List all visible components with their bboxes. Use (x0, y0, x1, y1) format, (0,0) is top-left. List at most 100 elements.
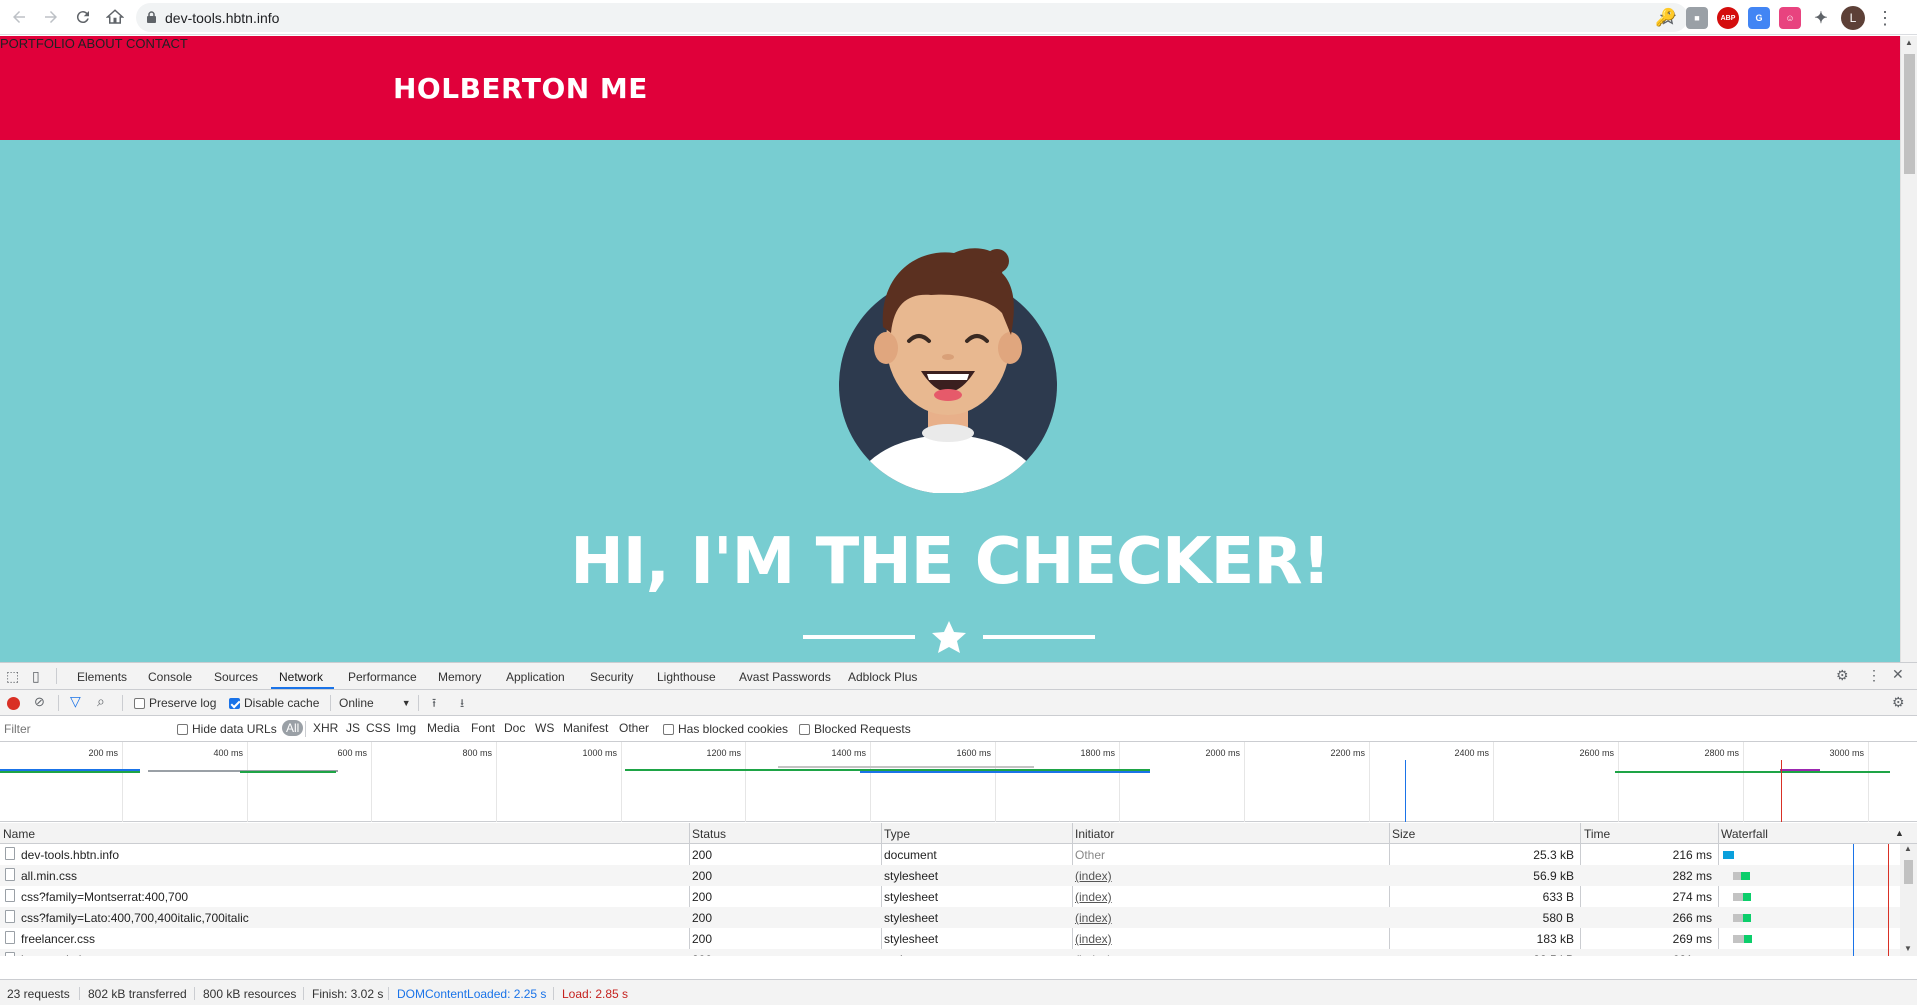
address-bar[interactable]: dev-tools.hbtn.info (136, 3, 1688, 32)
site-brand[interactable]: HOLBERTON ME (393, 72, 648, 105)
scroll-up-icon[interactable]: ▲ (1904, 844, 1912, 853)
type-filter-img[interactable]: Img (396, 721, 416, 735)
reload-button[interactable] (67, 1, 99, 33)
column-header-status[interactable]: Status (692, 827, 726, 841)
star-icon (932, 621, 966, 653)
column-header-initiator[interactable]: Initiator (1075, 827, 1114, 841)
column-header-size[interactable]: Size (1392, 827, 1415, 841)
type-filter-all[interactable]: All (282, 720, 304, 736)
tab-network[interactable]: Network (279, 670, 323, 684)
request-initiator[interactable]: (index) (1075, 890, 1112, 904)
forward-button[interactable] (35, 1, 67, 33)
page-scroll-thumb[interactable] (1904, 54, 1915, 174)
request-initiator[interactable]: (index) (1075, 953, 1112, 956)
disable-cache-checkbox[interactable]: Disable cache (229, 696, 319, 710)
search-icon[interactable]: ⌕ (97, 693, 105, 710)
network-overview-timeline[interactable]: 200 ms 400 ms 600 ms 800 ms 1000 ms 1200 ms 14… (0, 742, 1917, 822)
hide-data-urls-checkbox[interactable]: Hide data URLs (177, 722, 277, 736)
type-filter-media[interactable]: Media (427, 721, 460, 735)
hide-data-urls-box[interactable] (177, 723, 188, 735)
key-icon[interactable]: 🔑 (1655, 7, 1677, 29)
blocked-requests-box[interactable] (799, 723, 810, 735)
request-initiator[interactable]: (index) (1075, 911, 1112, 925)
close-devtools-icon[interactable]: ✕ (1892, 666, 1904, 683)
request-row[interactable]: freelancer.css 200 stylesheet (index) 183 kB… (0, 928, 1900, 949)
preserve-log-box[interactable] (134, 697, 145, 709)
tab-sources[interactable]: Sources (214, 670, 258, 684)
filter-input[interactable] (0, 719, 164, 738)
puzzle-icon[interactable]: ✦ (1810, 7, 1832, 29)
scroll-up-icon[interactable]: ▲ (1905, 38, 1913, 47)
overview-tick-label: 2000 ms (1205, 748, 1240, 758)
has-blocked-cookies-checkbox[interactable]: Has blocked cookies (663, 722, 788, 736)
tab-console[interactable]: Console (148, 670, 192, 684)
tab-application[interactable]: Application (506, 670, 565, 684)
preserve-log-checkbox[interactable]: Preserve log (134, 696, 216, 710)
overview-tick-label: 400 ms (213, 748, 243, 758)
nav-link-portfolio[interactable]: PORTFOLIO (0, 36, 75, 51)
tab-lighthouse[interactable]: Lighthouse (657, 670, 716, 684)
inspect-element-icon[interactable]: ⬚ (6, 668, 19, 685)
clear-icon[interactable]: ⊘ (34, 694, 45, 710)
request-initiator[interactable]: (index) (1075, 869, 1112, 883)
type-filter-ws[interactable]: WS (535, 721, 554, 735)
tab-security[interactable]: Security (590, 670, 633, 684)
devtools-menu-icon[interactable]: ⋮ (1867, 667, 1881, 684)
has-blocked-cookies-box[interactable] (663, 723, 674, 735)
page-scrollbar[interactable]: ▲ (1900, 36, 1917, 662)
tab-avast-passwords[interactable]: Avast Passwords (739, 670, 831, 684)
type-filter-xhr[interactable]: XHR (313, 721, 338, 735)
request-row[interactable]: jquery.min.js 200 script (index) 88.5 kB 621 … (0, 949, 1900, 956)
tab-elements[interactable]: Elements (77, 670, 127, 684)
sort-ascending-icon[interactable]: ▲ (1895, 828, 1904, 838)
column-header-waterfall[interactable]: Waterfall (1721, 827, 1768, 841)
nav-link-about[interactable]: ABOUT (78, 36, 123, 51)
type-filter-font[interactable]: Font (471, 721, 495, 735)
chevron-down-icon: ▼ (401, 698, 411, 708)
adblock-plus-icon[interactable]: ABP (1717, 7, 1739, 29)
waterfall-bar (1743, 914, 1751, 922)
tab-adblock-plus[interactable]: Adblock Plus (848, 670, 917, 684)
throttling-select[interactable]: Online ▼ (339, 696, 411, 710)
blocked-requests-checkbox[interactable]: Blocked Requests (799, 722, 911, 736)
requests-scroll-thumb[interactable] (1904, 860, 1913, 884)
request-row[interactable]: all.min.css 200 stylesheet (index) 56.9 kB 28… (0, 865, 1900, 886)
google-translate-icon[interactable]: G (1748, 7, 1770, 29)
import-har-icon[interactable]: ⭱ (432, 694, 436, 715)
request-initiator[interactable]: (index) (1075, 932, 1112, 946)
request-row[interactable]: dev-tools.hbtn.info 200 document Other 25.3 … (0, 844, 1900, 865)
column-header-name[interactable]: Name (3, 827, 35, 841)
column-header-type[interactable]: Type (884, 827, 910, 841)
settings-gear-icon[interactable]: ⚙ (1836, 667, 1849, 684)
type-filter-doc[interactable]: Doc (504, 721, 525, 735)
overview-request-bar (0, 771, 140, 773)
back-button[interactable] (3, 1, 35, 33)
export-har-icon[interactable]: ⭳ (460, 694, 464, 715)
browser-menu-icon[interactable]: ⋮ (1876, 8, 1894, 29)
column-header-time[interactable]: Time (1584, 827, 1610, 841)
pink-extension-icon[interactable]: ☺ (1779, 7, 1801, 29)
extensions-area: 🔑 ■ ABP G ☺ ✦ L ⋮ (1655, 5, 1894, 31)
home-button[interactable] (99, 1, 131, 33)
tab-memory[interactable]: Memory (438, 670, 481, 684)
device-toolbar-icon[interactable]: ▯ (32, 668, 40, 685)
type-filter-manifest[interactable]: Manifest (563, 721, 608, 735)
record-button[interactable] (7, 697, 20, 710)
scroll-down-icon[interactable]: ▼ (1904, 944, 1912, 953)
overview-request-bar (860, 771, 1150, 773)
requests-scrollbar[interactable]: ▲ ▼ (1900, 844, 1917, 956)
disable-cache-box[interactable] (229, 697, 240, 709)
request-row[interactable]: css?family=Montserrat:400,700 200 styleshe… (0, 886, 1900, 907)
type-filter-js[interactable]: JS (346, 721, 360, 735)
tab-performance[interactable]: Performance (348, 670, 417, 684)
network-settings-icon[interactable]: ⚙ (1892, 694, 1905, 711)
profile-avatar[interactable]: L (1841, 6, 1865, 30)
request-row[interactable]: css?family=Lato:400,700,400italic,700ita… (0, 907, 1900, 928)
summary-separator (194, 987, 195, 1000)
filter-icon[interactable]: ▽ (70, 693, 81, 710)
type-filter-css[interactable]: CSS (366, 721, 391, 735)
type-filter-other[interactable]: Other (619, 721, 649, 735)
overview-gridline (122, 742, 123, 822)
privacy-badger-icon[interactable]: ■ (1686, 7, 1708, 29)
nav-link-contact[interactable]: CONTACT (126, 36, 188, 51)
